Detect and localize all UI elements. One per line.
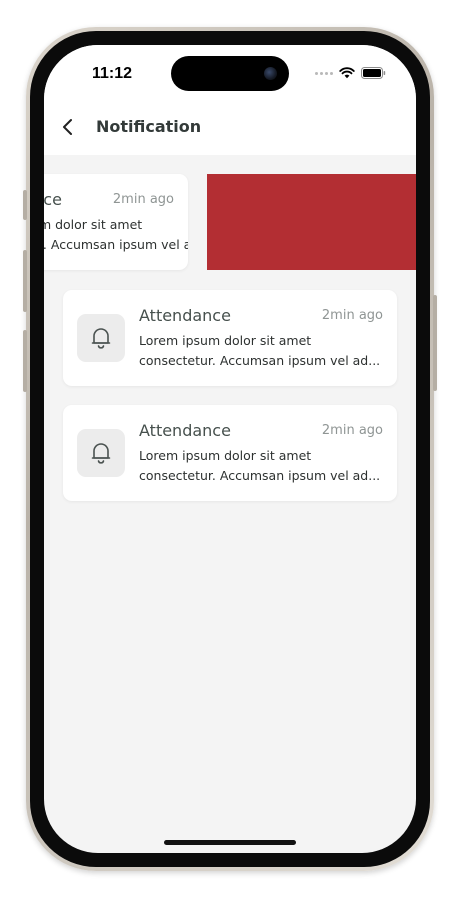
app-header: Notification <box>44 103 416 155</box>
notification-line-2: consectetur. Accumsan ipsum vel ad... <box>44 237 188 252</box>
notification-title: Attendance <box>44 190 62 209</box>
notification-line-1: Lorem ipsum dolor sit amet <box>139 448 312 463</box>
status-icons <box>315 66 386 80</box>
notification-title: Attendance <box>139 306 231 325</box>
phone-screen: 11:12 Notification ce 2min ago dolor sit… <box>44 45 416 853</box>
status-time: 11:12 <box>92 65 133 82</box>
notification-card[interactable]: Attendance 2min ago Lorem ipsum dolor si… <box>63 405 397 501</box>
notification-title: Attendance <box>139 421 231 440</box>
battery-icon <box>361 67 386 79</box>
notification-line-2: consectetur. Accumsan ipsum vel ad... <box>139 468 381 483</box>
notification-card-swiped[interactable]: Attendance 2min ago Lorem ipsum dolor si… <box>44 174 188 270</box>
notification-body: Lorem ipsum dolor sit amet consectetur. … <box>139 331 385 371</box>
notification-line-1: Lorem ipsum dolor sit amet <box>44 217 143 232</box>
notification-time: 2min ago <box>112 192 174 207</box>
notification-time: 2min ago <box>321 308 383 323</box>
delete-swipe-action[interactable] <box>207 174 416 270</box>
status-bar: 11:12 <box>44 45 416 103</box>
notification-line-2: consectetur. Accumsan ipsum vel ad... <box>139 353 381 368</box>
notification-card[interactable]: Attendance 2min ago Lorem ipsum dolor si… <box>63 290 397 386</box>
notification-icon-box <box>77 429 125 477</box>
notification-body: Lorem ipsum dolor sit amet consectetur. … <box>44 215 188 255</box>
volume-up-button <box>23 250 27 312</box>
bell-icon <box>91 328 111 349</box>
power-button <box>433 295 437 391</box>
action-button <box>23 190 27 220</box>
page-title: Notification <box>96 117 202 136</box>
notification-body: Lorem ipsum dolor sit amet consectetur. … <box>139 446 385 486</box>
notification-icon-box <box>77 314 125 362</box>
signal-icon <box>315 71 333 75</box>
notification-line-1: Lorem ipsum dolor sit amet <box>139 333 312 348</box>
chevron-left-icon <box>63 119 72 135</box>
volume-down-button <box>23 330 27 392</box>
wifi-icon <box>339 67 355 79</box>
bell-icon <box>91 443 111 464</box>
dynamic-island <box>171 56 289 91</box>
back-button[interactable] <box>56 115 80 139</box>
notification-time: 2min ago <box>321 423 383 438</box>
camera-icon <box>264 67 277 80</box>
home-indicator[interactable] <box>164 840 296 845</box>
